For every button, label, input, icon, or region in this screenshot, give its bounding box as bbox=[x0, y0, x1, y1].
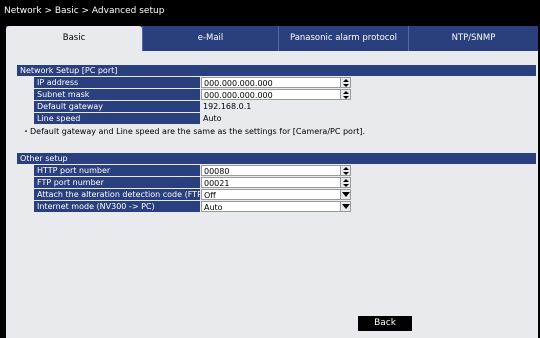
http-port-spinner-icon[interactable] bbox=[340, 166, 350, 175]
internet-mode-value: Auto bbox=[204, 203, 223, 212]
network-section-header: Network Setup [PC port] bbox=[17, 65, 536, 76]
ftp-port-value: 00021 bbox=[204, 179, 230, 188]
back-button[interactable]: Back bbox=[358, 316, 412, 331]
line-speed-value: Auto bbox=[201, 113, 351, 124]
ip-address-field[interactable]: 000.000.000.000 bbox=[201, 77, 351, 88]
http-port-field[interactable]: 00080 bbox=[201, 165, 351, 176]
subnet-mask-field[interactable]: 000.000.000.000 bbox=[201, 89, 351, 100]
tab-email[interactable]: e-Mail bbox=[142, 26, 278, 51]
breadcrumb: Network > Basic > Advanced setup bbox=[0, 0, 540, 22]
alteration-detection-value: Off bbox=[204, 191, 216, 200]
http-port-label: HTTP port number bbox=[34, 165, 200, 176]
subnet-mask-value: 000.000.000.000 bbox=[204, 91, 273, 100]
subnet-mask-label: Subnet mask bbox=[34, 89, 200, 100]
default-gateway-label: Default gateway bbox=[34, 101, 200, 112]
tab-basic[interactable]: Basic bbox=[6, 26, 142, 53]
default-gateway-value: 192.168.0.1 bbox=[201, 101, 351, 112]
ftp-port-label: FTP port number bbox=[34, 177, 200, 188]
tab-bar: Basic e-Mail Panasonic alarm protocol NT… bbox=[6, 26, 538, 53]
other-section-header: Other setup bbox=[17, 153, 536, 164]
alteration-detection-select[interactable]: Off bbox=[201, 189, 351, 200]
chevron-down-icon[interactable] bbox=[340, 202, 350, 211]
http-port-value: 00080 bbox=[204, 167, 230, 176]
ftp-port-field[interactable]: 00021 bbox=[201, 177, 351, 188]
line-speed-label: Line speed bbox=[34, 113, 200, 124]
alteration-detection-label: Attach the alteration detection code (FT… bbox=[34, 189, 200, 200]
chevron-down-icon[interactable] bbox=[340, 190, 350, 199]
tab-panasonic-alarm-protocol[interactable]: Panasonic alarm protocol bbox=[278, 26, 408, 51]
settings-panel: Network Setup [PC port] IP address 000.0… bbox=[6, 51, 538, 338]
ip-address-label: IP address bbox=[34, 77, 200, 88]
ftp-port-spinner-icon[interactable] bbox=[340, 178, 350, 187]
network-note: ・Default gateway and Line speed are the … bbox=[22, 127, 366, 136]
ip-address-spinner-icon[interactable] bbox=[340, 78, 350, 87]
ip-address-value: 000.000.000.000 bbox=[204, 79, 273, 88]
subnet-mask-spinner-icon[interactable] bbox=[340, 90, 350, 99]
internet-mode-select[interactable]: Auto bbox=[201, 201, 351, 212]
tab-ntp-snmp[interactable]: NTP/SNMP bbox=[408, 26, 538, 51]
internet-mode-label: Internet mode (NV300 -> PC) bbox=[34, 201, 200, 212]
